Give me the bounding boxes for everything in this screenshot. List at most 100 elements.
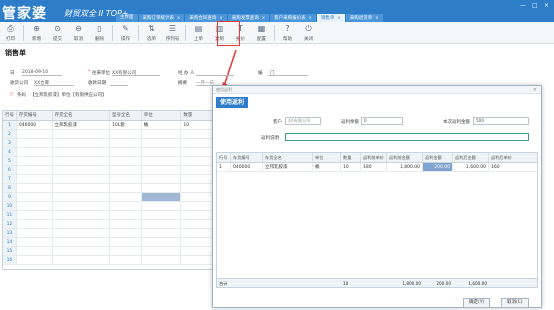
config-button[interactable]: ▦ 配置 [251,22,272,44]
table-row[interactable]: 9 [3,193,215,202]
unit-cell[interactable] [142,247,182,255]
unit-cell[interactable] [142,130,182,138]
column-header[interactable]: 返利前单价 [361,153,387,162]
table-row[interactable]: 1 040000 立邦乳胶漆 10L套桶 10 [3,121,215,130]
item-name-cell[interactable] [53,229,110,237]
qty-cell[interactable] [181,166,215,174]
table-row[interactable]: 14 [3,238,215,247]
item-name-cell[interactable] [53,166,110,174]
model-cell[interactable] [110,148,142,156]
item-code-cell[interactable] [17,193,53,201]
column-header[interactable]: 数量 [341,153,361,162]
item-code-cell[interactable] [17,220,53,228]
column-header[interactable]: 行号 [3,111,17,120]
model-cell[interactable] [110,202,142,210]
table-row[interactable]: 11 [3,211,215,220]
item-code-cell[interactable] [17,130,53,138]
model-cell[interactable] [110,157,142,165]
item-name-cell[interactable] [53,238,110,246]
rebate-amount-cell[interactable]: 200.00 [423,163,453,171]
qty-cell[interactable] [181,148,215,156]
item-code-cell[interactable]: 040000 [17,121,53,129]
help-button[interactable]: ? 帮助 [277,22,298,44]
dialog-close-icon[interactable]: × [533,86,537,94]
unit-cell[interactable] [142,211,182,219]
unit-cell[interactable]: 桶 [313,163,341,171]
select-order-button[interactable]: ⇅ 选单 [141,22,162,44]
this-rebate-field[interactable]: 500 [473,117,529,125]
tab-purchase-order-stats[interactable]: 采购订单统计表 × [138,14,185,22]
qty-cell[interactable] [181,256,215,264]
rebate-note-input[interactable] [285,133,529,141]
minimize-icon[interactable]: — [520,2,526,9]
unit-cell[interactable] [141,193,182,201]
model-cell[interactable] [110,238,142,246]
price-before-cell[interactable]: 180 [361,163,387,171]
model-cell[interactable] [110,130,142,138]
unit-cell[interactable] [142,139,182,147]
item-name-cell[interactable]: 立邦乳胶漆 [263,163,313,171]
item-code-cell[interactable] [17,184,53,192]
item-name-cell[interactable] [53,148,110,156]
column-header[interactable]: 存货全名 [53,111,110,120]
unit-cell[interactable] [142,148,182,156]
item-code-cell[interactable] [17,238,53,246]
table-row[interactable]: 10 [3,202,215,211]
item-name-cell[interactable] [53,184,110,192]
qty-cell[interactable] [181,247,215,255]
price-after-cell[interactable]: 160 [489,163,537,171]
unit-cell[interactable] [142,184,182,192]
amount-before-cell[interactable]: 1,800.00 [387,163,423,171]
qty-cell[interactable] [181,220,215,228]
table-row[interactable]: 12 [3,220,215,229]
tab-close-icon[interactable]: × [337,15,340,20]
close-icon[interactable]: × [544,2,549,9]
amount-after-cell[interactable]: 1,600.00 [453,163,489,171]
cancel-button[interactable]: ⊖ 取消 [68,22,89,44]
item-name-cell[interactable] [53,247,110,255]
qty-cell[interactable] [181,229,215,237]
tab-close-icon[interactable]: × [219,15,222,20]
new-button[interactable]: ⊕ 新增 [26,22,47,44]
column-header[interactable]: 返利后单价 [489,153,537,162]
item-name-cell[interactable] [53,139,110,147]
table-row[interactable]: 3 [3,139,215,148]
rebate-balance-field[interactable]: 0 [361,117,403,125]
qty-cell[interactable]: 10 [181,121,215,129]
table-row[interactable]: 7 [3,175,215,184]
unit-cell[interactable] [142,202,182,210]
table-row[interactable]: 2 [3,130,215,139]
submit-button[interactable]: ⊙ 提交 [47,22,68,44]
model-cell[interactable]: 10L套 [110,121,142,129]
item-code-cell[interactable] [17,175,53,183]
unit-cell[interactable] [142,256,182,264]
qty-cell[interactable] [181,157,215,165]
model-cell[interactable] [110,139,142,147]
tab-close-icon[interactable]: × [262,15,265,20]
column-header[interactable]: 存货编号 [17,111,53,120]
table-row[interactable]: 6 [3,166,215,175]
item-code-cell[interactable]: 040000 [231,163,263,171]
qty-cell[interactable] [181,139,215,147]
table-row[interactable]: 13 [3,229,215,238]
checkout-date-field[interactable] [110,80,128,86]
model-cell[interactable] [110,220,142,228]
item-code-cell[interactable] [17,211,53,219]
unit-cell[interactable] [142,238,182,246]
column-header[interactable]: 存货编号 [231,153,263,162]
model-cell[interactable] [110,256,142,264]
item-name-cell[interactable] [53,175,110,183]
model-cell[interactable] [110,166,142,174]
item-code-cell[interactable] [17,256,53,264]
qty-cell[interactable] [181,193,215,201]
item-code-cell[interactable] [17,202,53,210]
item-name-cell[interactable] [53,256,110,264]
column-header[interactable]: 型号全名 [110,111,142,120]
tab-customer-quote[interactable]: 客户采购报价表 × [270,14,316,22]
item-code-cell[interactable] [17,247,53,255]
item-name-cell[interactable] [53,211,110,219]
unit-cell[interactable]: 桶 [142,121,182,129]
item-name-cell[interactable]: 立邦乳胶漆 [53,121,110,129]
column-header[interactable]: 存货全名 [263,153,313,162]
unit-cell[interactable] [142,157,182,165]
